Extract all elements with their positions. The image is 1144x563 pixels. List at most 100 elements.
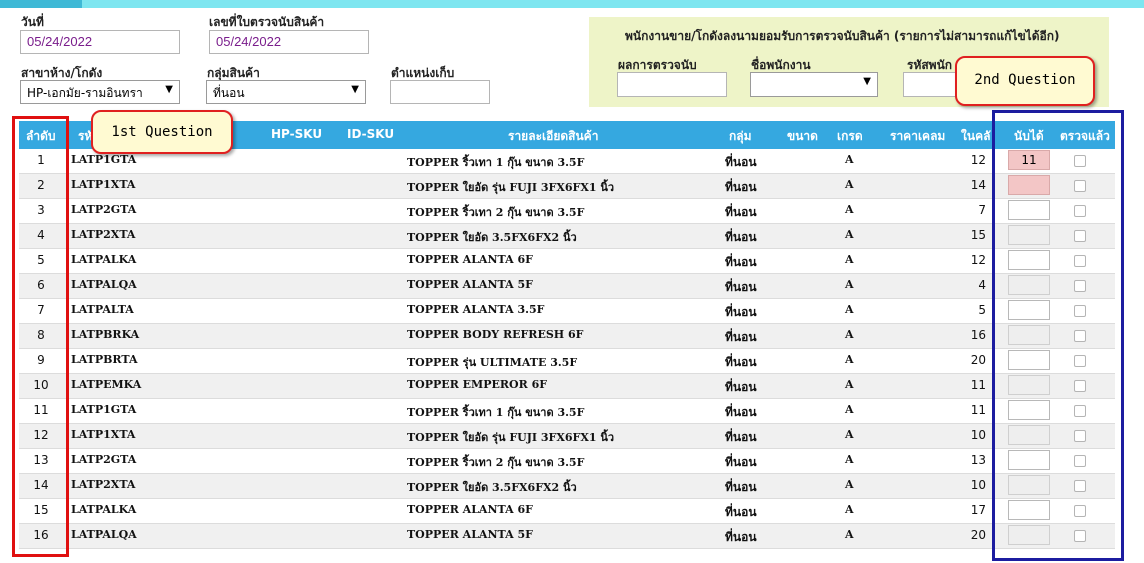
product-group: ที่นอน <box>725 430 757 444</box>
product-description: TOPPER ใยอัด 3.5FX6FX2 นิ้ว <box>407 481 577 494</box>
header-hp-sku: HP-SKU <box>271 127 323 141</box>
stock-quantity: 7 <box>978 203 986 217</box>
product-grade: A <box>845 228 854 241</box>
table-row: 4 LATP2XTA TOPPER ใยอัด 3.5FX6FX2 นิ้ว ที่น… <box>19 224 1115 249</box>
product-code: LATPEMKA <box>71 378 142 391</box>
table-row: 9 LATPBRTA TOPPER รุ่น ULTIMATE 3.5F ที่นอน… <box>19 349 1115 374</box>
product-code: LATPALKA <box>71 503 137 516</box>
product-description: TOPPER ริ้วเทา 2 กุ๊น ขนาด 3.5F <box>407 206 585 219</box>
table-row: 5 LATPALKA TOPPER ALANTA 6F ที่นอน A 12 <box>19 249 1115 274</box>
header-price: ราคาเคลม <box>890 129 946 143</box>
header-size: ขนาด <box>787 129 818 143</box>
stock-quantity: 14 <box>970 178 986 192</box>
table-row: 3 LATP2GTA TOPPER ริ้วเทา 2 กุ๊น ขนาด 3.5F… <box>19 199 1115 224</box>
location-field[interactable] <box>390 80 490 104</box>
product-grade: A <box>845 528 854 541</box>
product-grade: A <box>845 278 854 291</box>
stock-quantity: 5 <box>978 303 986 317</box>
header-grade: เกรด <box>837 129 863 143</box>
table-row: 10 LATPEMKA TOPPER EMPEROR 6F ที่นอน A 11 <box>19 374 1115 399</box>
top-bar-tab[interactable] <box>0 0 82 8</box>
table-row: 2 LATP1XTA TOPPER ใยอัด รุ่น FUJI 3FX6FX1 … <box>19 174 1115 199</box>
header-stock: ในคลั <box>961 129 991 143</box>
stock-quantity: 20 <box>970 353 986 367</box>
stock-quantity: 11 <box>970 378 986 392</box>
first-question-callout: 1st Question <box>91 110 233 154</box>
table-row: 12 LATP1XTA TOPPER ใยอัด รุ่น FUJI 3FX6FX1… <box>19 424 1115 449</box>
stock-quantity: 12 <box>970 153 986 167</box>
stock-quantity: 12 <box>970 253 986 267</box>
employee-code-field[interactable] <box>903 72 963 97</box>
product-group: ที่นอน <box>725 380 757 394</box>
product-code: LATPALQA <box>71 528 137 541</box>
product-group: ที่นอน <box>725 455 757 469</box>
stock-quantity: 16 <box>970 328 986 342</box>
product-code: LATP2XTA <box>71 228 136 241</box>
product-grade: A <box>845 403 854 416</box>
product-group: ที่นอน <box>725 180 757 194</box>
table-row: 8 LATPBRKA TOPPER BODY REFRESH 6F ที่นอน A 16 <box>19 324 1115 349</box>
product-description: TOPPER ALANTA 3.5F <box>407 303 545 316</box>
doc-number-field[interactable]: 05/24/2022 <box>209 30 369 54</box>
second-question-highlight <box>992 110 1124 561</box>
header-id-sku: ID-SKU <box>347 127 395 141</box>
header-group: กลุ่ม <box>729 129 752 143</box>
header-description: รายละเอียดสินค้า <box>508 129 599 143</box>
group-select-value: ที่นอน <box>213 86 245 100</box>
branch-select[interactable]: HP-เอกมัย-รามอินทรา ▼ <box>20 80 180 104</box>
stock-quantity: 20 <box>970 528 986 542</box>
date-field[interactable]: 05/24/2022 <box>20 30 180 54</box>
product-group: ที่นอน <box>725 205 757 219</box>
product-description: TOPPER ALANTA 6F <box>407 503 533 516</box>
stock-quantity: 17 <box>970 503 986 517</box>
stock-quantity: 11 <box>970 403 986 417</box>
product-description: TOPPER ริ้วเทา 2 กุ๊น ขนาด 3.5F <box>407 456 585 469</box>
product-grade: A <box>845 428 854 441</box>
product-description: TOPPER EMPEROR 6F <box>407 378 548 391</box>
table-row: 7 LATPALTA TOPPER ALANTA 3.5F ที่นอน A 5 <box>19 299 1115 324</box>
result-field[interactable] <box>617 72 727 97</box>
product-grade: A <box>845 478 854 491</box>
product-group: ที่นอน <box>725 280 757 294</box>
product-code: LATP1GTA <box>71 403 137 416</box>
branch-select-value: HP-เอกมัย-รามอินทรา <box>27 86 143 100</box>
product-code: LATPALTA <box>71 303 134 316</box>
second-question-callout: 2nd Question <box>955 56 1095 106</box>
product-description: TOPPER ALANTA 5F <box>407 278 533 291</box>
product-grade: A <box>845 453 854 466</box>
product-grade: A <box>845 303 854 316</box>
table-row: 16 LATPALQA TOPPER ALANTA 5F ที่นอน A 20 <box>19 524 1115 549</box>
chevron-down-icon: ▼ <box>351 84 359 95</box>
group-select[interactable]: ที่นอน ▼ <box>206 80 366 104</box>
stock-quantity: 15 <box>970 228 986 242</box>
product-group: ที่นอน <box>725 330 757 344</box>
product-code: LATP2GTA <box>71 453 137 466</box>
product-group: ที่นอน <box>725 405 757 419</box>
product-grade: A <box>845 178 854 191</box>
product-description: TOPPER BODY REFRESH 6F <box>407 328 584 341</box>
product-description: TOPPER รุ่น ULTIMATE 3.5F <box>407 356 578 369</box>
stock-quantity: 13 <box>970 453 986 467</box>
product-code: LATPBRKA <box>71 328 140 341</box>
first-question-highlight <box>12 116 69 557</box>
product-group: ที่นอน <box>725 355 757 369</box>
product-code: LATP1XTA <box>71 178 136 191</box>
product-description: TOPPER ALANTA 6F <box>407 253 533 266</box>
product-grade: A <box>845 153 854 166</box>
product-description: TOPPER ใยอัด รุ่น FUJI 3FX6FX1 นิ้ว <box>407 431 615 444</box>
employee-name-select[interactable]: ▼ <box>750 72 878 97</box>
signoff-panel-title: พนักงานขาย/โกดังลงนามยอมรับการตรวจนับสิน… <box>625 29 1060 43</box>
product-description: TOPPER ริ้วเทา 1 กุ๊น ขนาด 3.5F <box>407 156 585 169</box>
product-code: LATP1GTA <box>71 153 137 166</box>
product-code: LATP2XTA <box>71 478 136 491</box>
product-grade: A <box>845 328 854 341</box>
stock-quantity: 10 <box>970 478 986 492</box>
table-row: 6 LATPALQA TOPPER ALANTA 5F ที่นอน A 4 <box>19 274 1115 299</box>
chevron-down-icon: ▼ <box>863 76 871 87</box>
product-grade: A <box>845 503 854 516</box>
product-description: TOPPER ใยอัด 3.5FX6FX2 นิ้ว <box>407 231 577 244</box>
product-description: TOPPER ริ้วเทา 1 กุ๊น ขนาด 3.5F <box>407 406 585 419</box>
product-grade: A <box>845 353 854 366</box>
product-group: ที่นอน <box>725 255 757 269</box>
table-row: 15 LATPALKA TOPPER ALANTA 6F ที่นอน A 17 <box>19 499 1115 524</box>
